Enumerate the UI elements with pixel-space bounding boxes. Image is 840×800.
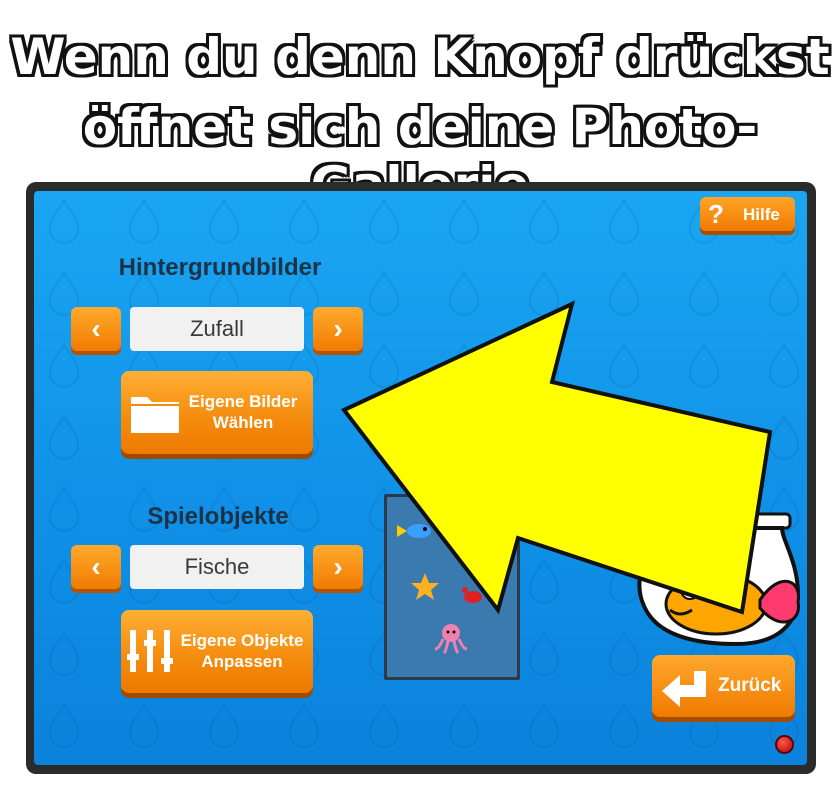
game-objects-prev-button[interactable]: ‹	[71, 545, 121, 589]
help-button-label: Hilfe	[743, 205, 780, 224]
choose-own-images-line2: Wählen	[212, 413, 274, 432]
starfish-icon	[411, 573, 439, 600]
chevron-right-icon: ›	[333, 551, 343, 582]
back-button[interactable]: Zurück	[652, 655, 795, 717]
chevron-left-icon: ‹	[91, 313, 101, 344]
customize-own-objects-line2: Anpassen	[201, 652, 283, 671]
crab-icon	[462, 587, 482, 603]
backgrounds-title: Hintergrundbilder	[118, 254, 322, 281]
back-button-label: Zurück	[718, 675, 782, 696]
objects-preview-panel	[384, 494, 520, 680]
headline-line-1: Wenn du denn Knopf drückst	[9, 27, 830, 87]
goldfish-bowl-icon	[637, 512, 801, 647]
backgrounds-prev-button[interactable]: ‹	[71, 307, 121, 351]
question-icon: ?	[708, 199, 724, 229]
game-objects-value: Fische	[130, 545, 304, 589]
chevron-left-icon: ‹	[91, 551, 101, 582]
backgrounds-value: Zufall	[130, 307, 304, 351]
fish-icon	[397, 524, 431, 538]
choose-own-images-button[interactable]: Eigene Bilder Wählen	[121, 371, 313, 454]
return-arrow-icon	[662, 671, 706, 707]
sliders-icon	[127, 630, 173, 672]
octopus-icon	[434, 624, 468, 655]
customize-own-objects-button[interactable]: Eigene Objekte Anpassen	[121, 610, 313, 693]
game-objects-next-button[interactable]: ›	[313, 545, 363, 589]
backgrounds-next-button[interactable]: ›	[313, 307, 363, 351]
customize-own-objects-line1: Eigene Objekte	[180, 631, 304, 650]
chevron-right-icon: ›	[333, 313, 343, 344]
help-button[interactable]: ? Hilfe	[700, 197, 795, 231]
choose-own-images-line1: Eigene Bilder	[188, 392, 298, 411]
game-objects-title: Spielobjekte	[147, 503, 289, 530]
status-led	[777, 737, 792, 752]
